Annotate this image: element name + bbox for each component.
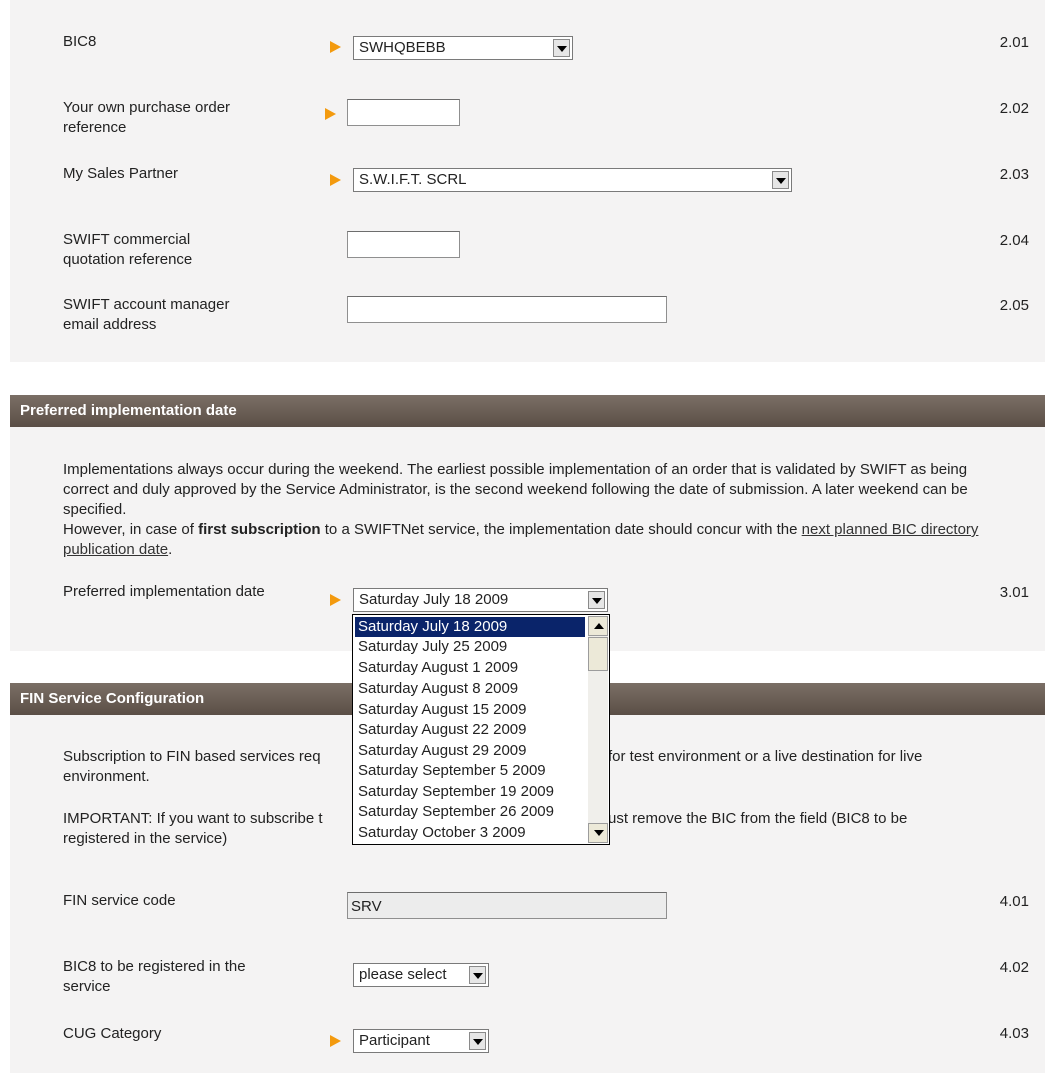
date-option[interactable]: Saturday July 18 2009	[355, 617, 585, 637]
scrollbar-thumb[interactable]	[588, 637, 608, 671]
dropdown-scrollbar[interactable]	[588, 616, 608, 843]
fin-service-code-label: FIN service code	[63, 892, 176, 909]
field-number: 4.03	[999, 1025, 1029, 1042]
sales-partner-label: My Sales Partner	[63, 165, 179, 182]
date-option[interactable]: Saturday August 1 2009	[355, 658, 585, 678]
implementation-date-dropdown-list[interactable]: Saturday July 18 2009 Saturday July 25 2…	[352, 614, 610, 845]
bic8-label: BIC8	[63, 33, 97, 50]
fin-para1-left: Subscription to FIN based services req	[63, 748, 321, 765]
fin-service-code-input: SRV	[347, 892, 667, 919]
field-number: 2.01	[999, 34, 1029, 51]
fin-service-code-value: SRV	[351, 898, 382, 915]
required-arrow-icon	[330, 41, 341, 53]
field-number: 2.03	[999, 166, 1029, 183]
field-number: 4.02	[999, 959, 1029, 976]
date-option[interactable]: Saturday September 19 2009	[355, 782, 585, 802]
purchase-order-label: Your own purchase order reference	[63, 99, 231, 136]
field-number: 4.01	[999, 893, 1029, 910]
date-option[interactable]: Saturday August 22 2009	[355, 720, 585, 740]
required-arrow-icon	[330, 174, 341, 186]
cug-category-label: CUG Category	[63, 1025, 162, 1042]
cug-category-select[interactable]: Participant	[353, 1029, 489, 1053]
implementation-date-label: Preferred implementation date	[63, 583, 265, 600]
date-option[interactable]: Saturday August 29 2009	[355, 741, 585, 761]
required-arrow-icon	[325, 108, 336, 120]
implementation-para2-mid: to a SWIFTNet service, the implementatio…	[320, 521, 802, 538]
date-option[interactable]: Saturday October 3 2009	[355, 823, 585, 843]
account-manager-email-label: SWIFT account manager email address	[63, 296, 230, 333]
date-option[interactable]: Saturday September 5 2009	[355, 761, 585, 781]
scroll-up-icon[interactable]	[588, 616, 608, 636]
field-number: 3.01	[999, 584, 1029, 601]
first-subscription-text: first subscription	[198, 521, 321, 538]
cug-category-value: Participant	[359, 1032, 430, 1049]
implementation-date-select[interactable]: Saturday July 18 2009	[353, 588, 608, 612]
field-number: 2.05	[999, 297, 1029, 314]
scroll-down-icon[interactable]	[588, 823, 608, 843]
date-option[interactable]: Saturday August 15 2009	[355, 700, 585, 720]
purchase-order-input[interactable]	[347, 99, 460, 126]
chevron-down-icon[interactable]	[553, 39, 570, 57]
required-arrow-icon	[330, 1035, 341, 1047]
implementation-para2-suffix: .	[168, 541, 173, 558]
fin-para1-right: for test environment or a live destinati…	[608, 748, 923, 765]
implementation-para2-prefix: However, in case of	[63, 521, 199, 538]
implementation-description: Implementations always occur during the …	[63, 460, 993, 560]
implementation-para1: Implementations always occur during the …	[63, 461, 968, 518]
fin-para2-left: IMPORTANT: If you want to subscribe t	[63, 810, 323, 827]
quotation-reference-input[interactable]	[347, 231, 460, 258]
date-option[interactable]: Saturday July 25 2009	[355, 637, 585, 657]
field-number: 2.02	[999, 100, 1029, 117]
account-manager-email-input[interactable]	[347, 296, 667, 323]
chevron-down-icon[interactable]	[772, 171, 789, 189]
fin-para2-right: ust remove the BIC from the field (BIC8 …	[608, 810, 908, 827]
field-number: 2.04	[999, 232, 1029, 249]
chevron-down-icon[interactable]	[469, 1032, 486, 1050]
bic8-select-value: SWHQBEBB	[359, 39, 446, 56]
chevron-down-icon[interactable]	[588, 591, 605, 609]
bic8-registered-value: please select	[359, 966, 447, 983]
required-arrow-icon	[330, 594, 341, 606]
fin-para2-line2: registered in the service)	[63, 830, 228, 847]
implementation-date-value: Saturday July 18 2009	[359, 591, 509, 608]
bic8-registered-select[interactable]: please select	[353, 963, 489, 987]
fin-para1-line2: environment.	[63, 768, 150, 785]
sales-partner-select[interactable]: S.W.I.F.T. SCRL	[353, 168, 792, 192]
implementation-section-header: Preferred implementation date	[10, 395, 1045, 427]
sales-partner-select-value: S.W.I.F.T. SCRL	[359, 171, 467, 188]
date-option[interactable]: Saturday September 26 2009	[355, 802, 585, 822]
quotation-reference-label: SWIFT commercial quotation reference	[63, 231, 193, 268]
bic8-select[interactable]: SWHQBEBB	[353, 36, 573, 60]
bic8-registered-label: BIC8 to be registered in the service	[63, 958, 246, 995]
date-option[interactable]: Saturday August 8 2009	[355, 679, 585, 699]
chevron-down-icon[interactable]	[469, 966, 486, 984]
